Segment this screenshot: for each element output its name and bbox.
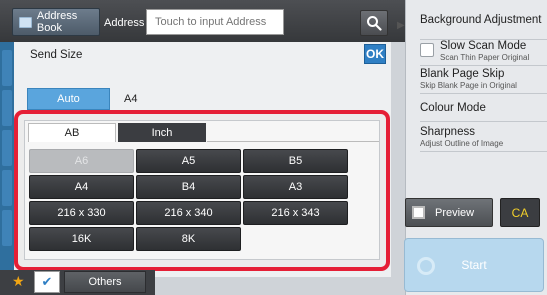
- checkmark-icon: ✔: [41, 274, 53, 289]
- size-button-216x343[interactable]: 216 x 343: [243, 201, 348, 225]
- address-label: Address: [104, 17, 145, 29]
- search-button[interactable]: [360, 10, 388, 36]
- ok-button[interactable]: OK: [364, 44, 386, 64]
- size-label: A3: [288, 181, 303, 193]
- left-tab[interactable]: [2, 170, 12, 206]
- item-title: Sharpness: [420, 126, 475, 138]
- size-label: 216 x 340: [164, 207, 213, 219]
- tab-inch[interactable]: Inch: [118, 123, 206, 142]
- tab-label: AB: [64, 127, 80, 139]
- size-button-216x340[interactable]: 216 x 340: [136, 201, 241, 225]
- item-title: Colour Mode: [420, 102, 486, 114]
- preview-button[interactable]: Preview: [405, 198, 493, 227]
- ca-label: CA: [511, 205, 529, 220]
- size-button-a3[interactable]: A3: [243, 175, 348, 199]
- slow-scan-mode-item[interactable]: Slow Scan Mode Scan Thin Paper Original: [420, 40, 547, 66]
- checkmark-button[interactable]: ✔: [34, 271, 60, 293]
- others-button[interactable]: Others: [64, 271, 146, 293]
- size-label: B4: [181, 181, 196, 193]
- top-bar: Address Book Address: [0, 0, 405, 42]
- book-icon: [19, 16, 32, 28]
- size-button-a6[interactable]: A6: [29, 149, 134, 173]
- preview-label: Preview: [435, 206, 475, 219]
- size-label: A6: [74, 155, 89, 167]
- tab-label: Inch: [151, 126, 173, 139]
- left-strip: [0, 0, 14, 295]
- left-tab[interactable]: [2, 210, 12, 246]
- size-selection-popup: AB Inch A6 A5 B5 A4 B4 A3 216 x 330 216 …: [14, 110, 390, 271]
- checkbox-icon[interactable]: [420, 43, 434, 57]
- size-button-a4[interactable]: A4: [29, 175, 134, 199]
- popup-content: AB Inch A6 A5 B5 A4 B4 A3 216 x 330 216 …: [24, 120, 380, 260]
- left-tab[interactable]: [2, 50, 12, 86]
- start-button[interactable]: Start: [404, 238, 544, 292]
- item-subtitle: Adjust Outline of Image: [420, 139, 504, 148]
- size-label: B5: [288, 155, 303, 167]
- size-button-8k[interactable]: 8K: [136, 227, 241, 251]
- item-subtitle: Skip Blank Page in Original: [420, 81, 517, 90]
- auto-label: Auto: [57, 93, 80, 105]
- size-button-16k[interactable]: 16K: [29, 227, 134, 251]
- ca-button[interactable]: CA: [500, 198, 540, 227]
- auto-button[interactable]: Auto: [27, 88, 110, 110]
- sharpness-item[interactable]: Sharpness Adjust Outline of Image: [420, 126, 547, 152]
- others-label: Others: [88, 276, 122, 288]
- left-tab[interactable]: [2, 130, 12, 166]
- size-label: 216 x 343: [271, 207, 320, 219]
- item-title: Blank Page Skip: [420, 68, 505, 80]
- selected-size-value: A4: [124, 93, 138, 105]
- colour-mode-item[interactable]: Colour Mode: [420, 102, 547, 122]
- item-title: Slow Scan Mode: [440, 40, 527, 52]
- address-book-label: Address Book: [36, 10, 78, 34]
- collapse-arrow-icon[interactable]: ▶: [397, 20, 409, 34]
- star-icon[interactable]: ★: [12, 273, 25, 290]
- size-button-b5[interactable]: B5: [243, 149, 348, 173]
- size-button-b4[interactable]: B4: [136, 175, 241, 199]
- item-subtitle: Scan Thin Paper Original: [440, 53, 530, 62]
- size-label: 16K: [71, 233, 92, 245]
- start-label: Start: [461, 258, 487, 272]
- size-label: 216 x 330: [57, 207, 106, 219]
- size-button-a5[interactable]: A5: [136, 149, 241, 173]
- background-adjustment-item[interactable]: Background Adjustment: [420, 14, 547, 40]
- tab-ab[interactable]: AB: [28, 123, 116, 142]
- start-icon: [417, 257, 435, 275]
- preview-icon: [412, 206, 425, 219]
- size-label: 8K: [181, 233, 196, 245]
- left-tab[interactable]: [2, 90, 12, 126]
- dialog-title: Send Size: [30, 49, 83, 61]
- address-input[interactable]: [146, 9, 284, 35]
- size-button-216x330[interactable]: 216 x 330: [29, 201, 134, 225]
- tab-divider: [207, 141, 379, 142]
- size-label: A5: [181, 155, 196, 167]
- ok-label: OK: [366, 47, 384, 61]
- size-label: A4: [74, 181, 89, 193]
- item-title: Background Adjustment: [420, 14, 542, 26]
- blank-page-skip-item[interactable]: Blank Page Skip Skip Blank Page in Origi…: [420, 68, 547, 94]
- address-book-button[interactable]: Address Book: [12, 8, 100, 36]
- search-icon: [367, 16, 382, 31]
